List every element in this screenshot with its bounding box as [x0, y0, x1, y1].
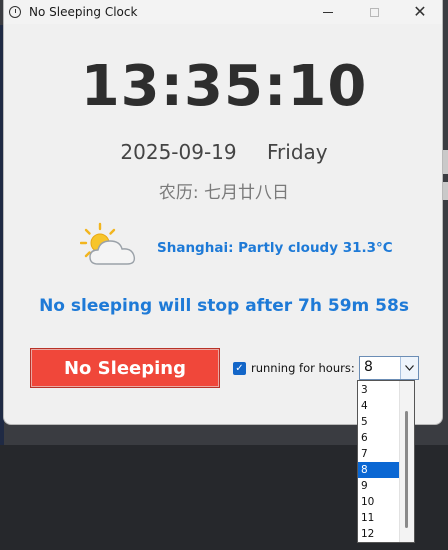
minimize-button[interactable] [306, 0, 350, 24]
checkmark-icon: ✓ [235, 362, 244, 374]
title-bar[interactable]: No Sleeping Clock ✕ [4, 0, 442, 24]
minimize-icon [323, 11, 333, 13]
app-window: No Sleeping Clock ✕ 13:35:10 2025-09-19 … [3, 0, 443, 425]
lunar-date: 农历: 七月廿八日 [158, 183, 290, 203]
hours-option[interactable]: 6 [358, 430, 399, 446]
running-hours-label[interactable]: running for hours: [251, 361, 355, 375]
date-row: 2025-09-19 Friday [4, 140, 444, 164]
close-button[interactable]: ✕ [398, 0, 442, 24]
weekday-text: Friday [266, 140, 328, 164]
maximize-icon [369, 7, 379, 17]
weather-text: Shanghai: Partly cloudy 31.3°C [157, 240, 393, 256]
close-icon: ✕ [413, 2, 427, 21]
hours-option[interactable]: 5 [358, 414, 399, 430]
running-hours-checkbox[interactable]: ✓ [233, 362, 246, 375]
hours-select-value: 8 [364, 359, 373, 375]
hours-option[interactable]: 7 [358, 446, 399, 462]
maximize-button[interactable] [352, 0, 396, 24]
date-text: 2025-09-19 [120, 140, 237, 164]
partly-cloudy-icon [80, 222, 136, 265]
hours-option[interactable]: 8 [358, 462, 399, 478]
chevron-down-icon [405, 365, 414, 371]
hours-select-toggle[interactable] [400, 357, 418, 379]
clock-time: 13:35:10 [80, 54, 368, 119]
hours-dropdown-list[interactable]: 3 4 5 6 7 8 9 10 11 12 [357, 380, 415, 543]
clock-icon [9, 6, 21, 18]
dropdown-scrollbar[interactable] [399, 381, 414, 542]
no-sleeping-button-label: No Sleeping [63, 357, 186, 379]
hours-option[interactable]: 11 [358, 510, 399, 526]
no-sleeping-button[interactable]: No Sleeping [30, 348, 220, 388]
scrollbar-thumb[interactable] [405, 411, 408, 528]
hours-option[interactable]: 10 [358, 494, 399, 510]
window-title: No Sleeping Clock [29, 5, 138, 19]
hours-option[interactable]: 12 [358, 526, 399, 542]
hours-select[interactable]: 8 [359, 356, 419, 380]
hours-option[interactable]: 3 [358, 382, 399, 398]
hours-option[interactable]: 4 [358, 398, 399, 414]
countdown-text: No sleeping will stop after 7h 59m 58s [39, 296, 409, 316]
hours-option[interactable]: 9 [358, 478, 399, 494]
